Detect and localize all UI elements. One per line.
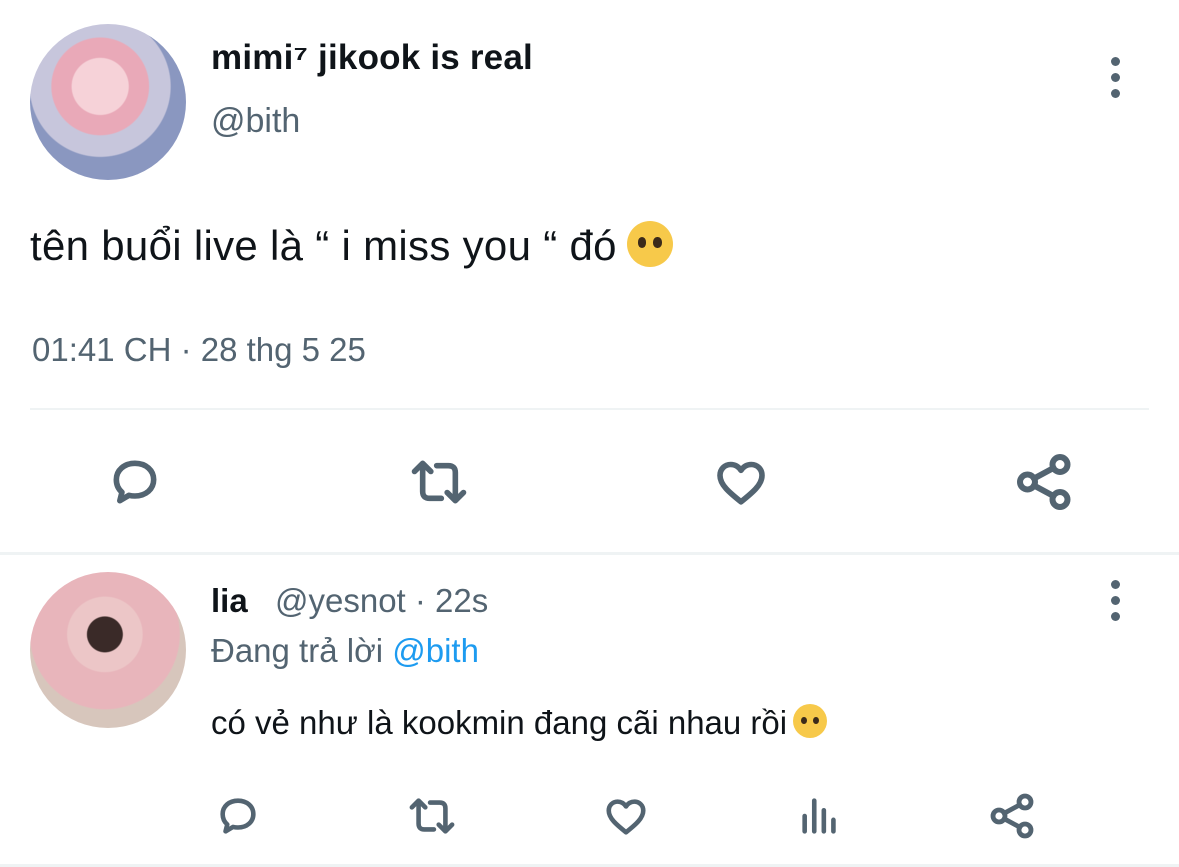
pleading-face-emoji-icon	[626, 220, 673, 267]
retweet-button[interactable]	[403, 450, 475, 514]
views-icon	[802, 798, 836, 834]
author-display-name[interactable]: mimi⁷ jikook is real	[211, 38, 533, 78]
reply-text: có vẻ như là kookmin đang cãi nhau rồi	[211, 704, 828, 742]
author-handle[interactable]: @bith	[211, 102, 300, 141]
reply-text-content: có vẻ như là kookmin đang cãi nhau rồi	[211, 704, 788, 741]
reply-icon	[220, 798, 256, 834]
more-options-icon[interactable]	[1109, 57, 1121, 105]
tweet-text: tên buổi live là “ i miss you “ đó	[30, 220, 673, 270]
tweet-text-content: tên buổi live là “ i miss you “ đó	[30, 222, 617, 269]
author-avatar[interactable]	[30, 24, 186, 180]
like-icon	[606, 799, 646, 835]
reply-author-avatar[interactable]	[30, 572, 186, 728]
reply-icon	[113, 460, 157, 504]
reply-share-button[interactable]	[985, 790, 1041, 842]
share-button[interactable]	[1010, 450, 1080, 514]
replying-to: Đang trả lời @bith	[211, 632, 479, 670]
more-options-icon[interactable]	[1109, 580, 1121, 628]
reply-like-button[interactable]	[598, 790, 654, 842]
reply-button[interactable]	[100, 450, 170, 514]
replying-to-mention[interactable]: @bith	[392, 632, 479, 669]
like-button[interactable]	[706, 450, 776, 514]
replying-to-label: Đang trả lời	[211, 632, 384, 669]
share-icon	[1017, 454, 1071, 510]
reply-retweet-button[interactable]	[403, 790, 461, 842]
divider	[30, 408, 1149, 410]
tweet-timestamp[interactable]: 01:41 CH · 28 thg 5 25	[32, 331, 366, 369]
retweet-icon	[409, 798, 455, 834]
reply-reply-button[interactable]	[210, 790, 266, 842]
reply-author-name[interactable]: lia	[211, 582, 248, 620]
section-divider	[0, 552, 1179, 555]
reply-handle-time[interactable]: @yesnot · 22s	[275, 582, 488, 620]
like-icon	[717, 461, 765, 505]
loudly-crying-face-emoji-icon	[793, 704, 828, 739]
share-icon	[990, 793, 1034, 839]
reply-views-button[interactable]	[792, 790, 848, 842]
retweet-icon	[411, 460, 467, 504]
